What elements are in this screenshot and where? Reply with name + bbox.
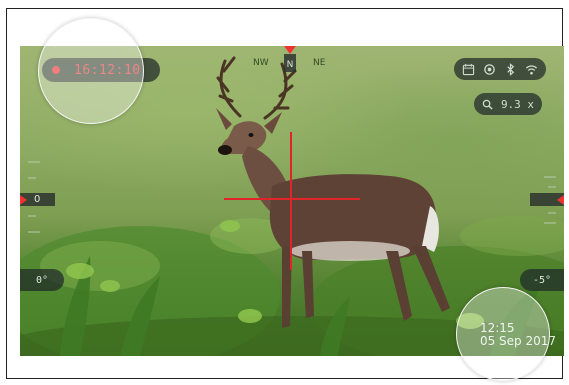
- compass-n: N: [284, 54, 296, 72]
- heading-marker-icon: [284, 46, 296, 54]
- left-scale-value: 0: [34, 194, 41, 205]
- tilt-left-indicator: 0°: [20, 269, 64, 291]
- compass-ne: NE: [313, 58, 326, 68]
- calendar-icon[interactable]: [462, 63, 475, 76]
- highlight-circle-recording: [38, 18, 144, 124]
- left-scale-marker: 0: [20, 193, 55, 206]
- wifi-icon[interactable]: [525, 63, 538, 76]
- bluetooth-icon[interactable]: [504, 62, 517, 76]
- right-scale-marker: [530, 193, 564, 206]
- reticle-horizontal: [224, 198, 360, 200]
- zoom-level: 9.3 x: [500, 97, 535, 111]
- zoom-indicator[interactable]: 9.3 x: [474, 93, 542, 115]
- sync-icon[interactable]: [483, 63, 496, 76]
- status-icons: [454, 58, 546, 80]
- highlight-circle-datetime: [456, 287, 550, 381]
- magnifier-icon: [482, 99, 493, 110]
- reticle-vertical: [290, 132, 292, 270]
- tilt-right-indicator: -5°: [520, 269, 564, 291]
- compass-nw: NW: [253, 58, 269, 68]
